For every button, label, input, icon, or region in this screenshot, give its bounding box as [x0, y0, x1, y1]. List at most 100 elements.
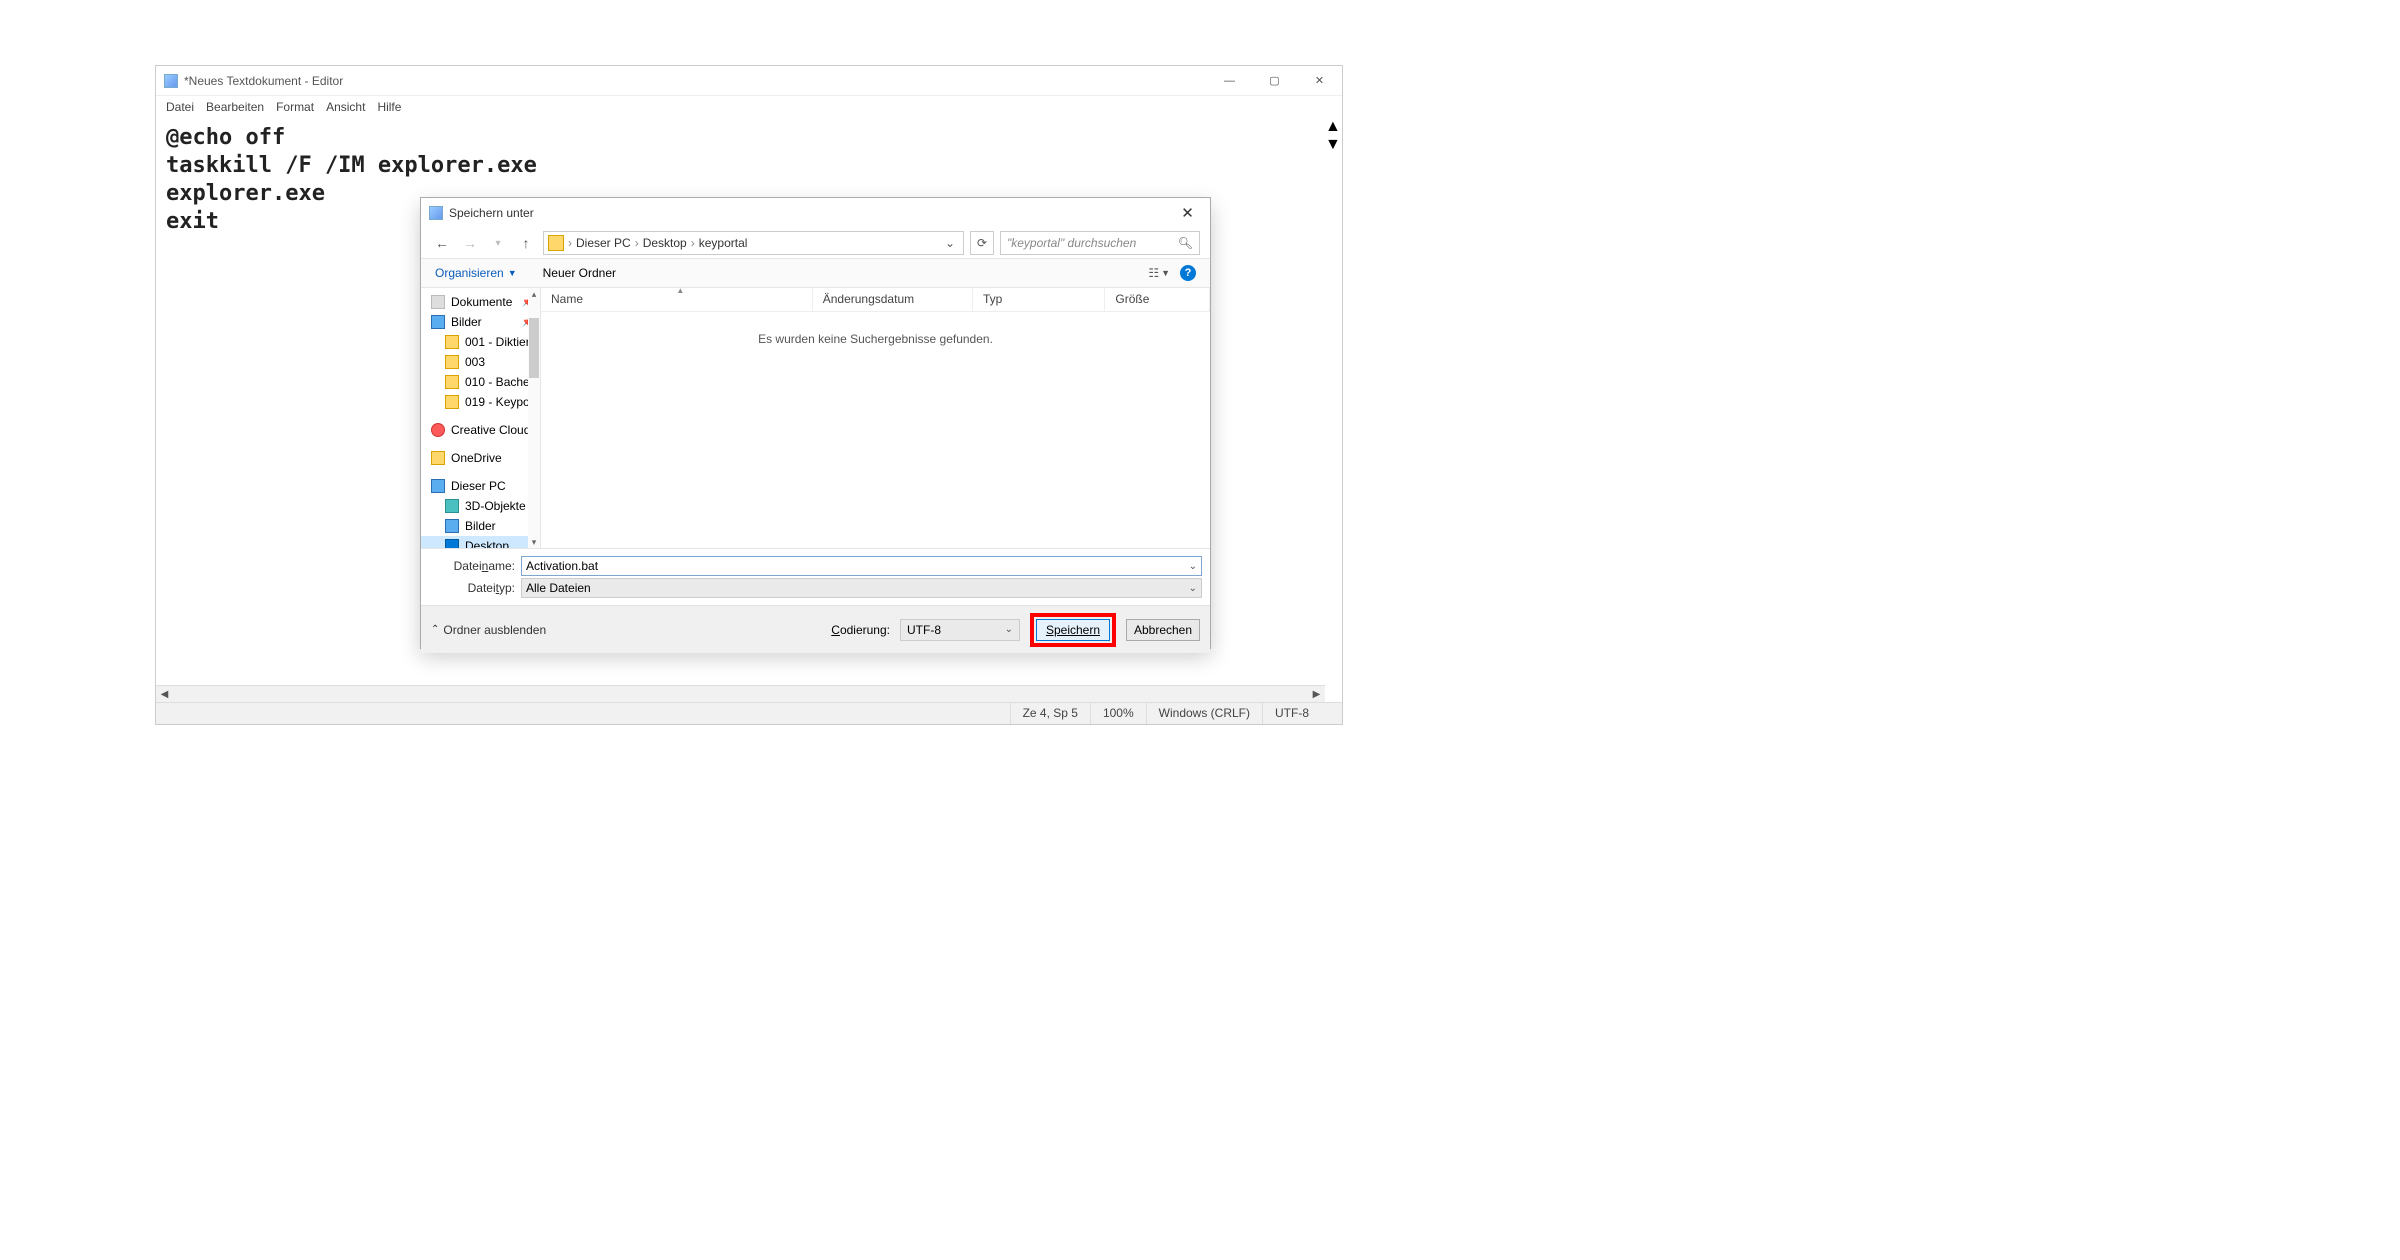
- notepad-title: *Neues Textdokument - Editor: [184, 74, 343, 88]
- vertical-scrollbar[interactable]: ▲ ▼: [1325, 118, 1342, 685]
- minimize-button[interactable]: —: [1207, 66, 1252, 96]
- dialog-fields: Dateiname: Activation.bat ⌄ Dateityp: Al…: [421, 548, 1210, 605]
- sidebar-item-label: Dieser PC: [451, 479, 506, 493]
- status-position: Ze 4, Sp 5: [1010, 703, 1090, 724]
- save-button[interactable]: Speichern: [1036, 619, 1110, 641]
- dialog-app-icon: [429, 206, 443, 220]
- status-encoding: UTF-8: [1262, 703, 1342, 724]
- encoding-select[interactable]: UTF-8 ⌄: [900, 619, 1020, 641]
- breadcrumb-current[interactable]: keyportal: [699, 236, 748, 250]
- horizontal-scrollbar[interactable]: ◀ ▶: [156, 685, 1325, 702]
- scroll-down-icon[interactable]: ▾: [528, 536, 540, 548]
- filename-input[interactable]: Activation.bat ⌄: [521, 556, 1202, 576]
- folder-icon: [445, 355, 459, 369]
- sidebar-item[interactable]: Creative Cloud Fil: [421, 420, 540, 440]
- chevron-down-icon[interactable]: ⌄: [1005, 624, 1013, 635]
- onedrive-icon: [431, 451, 445, 465]
- scroll-up-icon[interactable]: ▴: [528, 288, 540, 300]
- nav-forward-button[interactable]: →: [459, 232, 481, 254]
- dialog-navigation: ← → ▾ ↑ › Dieser PC › Desktop › keyporta…: [421, 228, 1210, 258]
- column-size[interactable]: Größe: [1105, 288, 1210, 311]
- sidebar-item-label: Dokumente: [451, 295, 512, 309]
- search-input[interactable]: "keyportal" durchsuchen 🔍︎: [1000, 231, 1200, 255]
- sort-asc-icon: ▲: [676, 286, 684, 295]
- nav-up-button[interactable]: ↑: [515, 232, 537, 254]
- save-button-highlight: Speichern: [1030, 613, 1116, 647]
- column-date[interactable]: Änderungsdatum: [813, 288, 973, 311]
- search-placeholder: "keyportal" durchsuchen: [1007, 236, 1136, 250]
- help-button[interactable]: ?: [1180, 265, 1196, 281]
- menu-format[interactable]: Format: [276, 100, 314, 114]
- chevron-up-icon: ⌃: [431, 624, 439, 635]
- scroll-left-icon[interactable]: ◀: [156, 686, 173, 703]
- breadcrumb-sep-icon: ›: [635, 236, 639, 250]
- folder-icon: [445, 375, 459, 389]
- save-as-dialog: Speichern unter ✕ ← → ▾ ↑ › Dieser PC › …: [420, 197, 1211, 649]
- notepad-titlebar[interactable]: *Neues Textdokument - Editor — ▢ ✕: [156, 66, 1342, 96]
- desktop-icon: [445, 539, 459, 548]
- sidebar-item[interactable]: 003: [421, 352, 540, 372]
- chevron-down-icon[interactable]: ⌄: [1189, 583, 1197, 594]
- cancel-button[interactable]: Abbrechen: [1126, 619, 1200, 641]
- dialog-toolbar: Organisieren ▼ Neuer Ordner ☷ ▼ ?: [421, 258, 1210, 288]
- sidebar-item[interactable]: Bilder: [421, 516, 540, 536]
- scroll-down-icon[interactable]: ▼: [1325, 136, 1342, 154]
- sidebar-item-label: 3D-Objekte: [465, 499, 526, 513]
- sidebar-item[interactable]: Bilder📌: [421, 312, 540, 332]
- sidebar-item-label: 003: [465, 355, 485, 369]
- sidebar-item[interactable]: 001 - Diktieren in: [421, 332, 540, 352]
- menu-edit[interactable]: Bearbeiten: [206, 100, 264, 114]
- sidebar-item-label: OneDrive: [451, 451, 502, 465]
- sidebar-item[interactable]: 3D-Objekte: [421, 496, 540, 516]
- breadcrumb-pc[interactable]: Dieser PC: [576, 236, 631, 250]
- menu-view[interactable]: Ansicht: [326, 100, 365, 114]
- dialog-action-bar: ⌃ Ordner ausblenden Codierung: UTF-8 ⌄ S…: [421, 605, 1210, 653]
- dialog-title-text: Speichern unter: [449, 206, 534, 220]
- sidebar-item-label: Bilder: [465, 519, 496, 533]
- filename-label: Dateiname:: [429, 559, 521, 573]
- menu-file[interactable]: Datei: [166, 100, 194, 114]
- folder-icon: [548, 235, 564, 251]
- chevron-down-icon: ▼: [508, 268, 517, 278]
- column-type[interactable]: Typ: [973, 288, 1105, 311]
- cloud-icon: [431, 423, 445, 437]
- column-name[interactable]: Name▲: [541, 288, 813, 311]
- nav-back-button[interactable]: ←: [431, 232, 453, 254]
- dialog-close-button[interactable]: ✕: [1165, 198, 1210, 228]
- scroll-right-icon[interactable]: ▶: [1308, 686, 1325, 703]
- notepad-menubar: Datei Bearbeiten Format Ansicht Hilfe: [156, 96, 1342, 118]
- address-bar[interactable]: › Dieser PC › Desktop › keyportal ⌄: [543, 231, 964, 255]
- nav-recent-button[interactable]: ▾: [487, 232, 509, 254]
- navigation-sidebar: Dokumente📌Bilder📌001 - Diktieren in 003 01…: [421, 288, 541, 548]
- sidebar-item[interactable]: 019 - Keyportal -: [421, 392, 540, 412]
- view-button[interactable]: ☷ ▼: [1148, 266, 1170, 280]
- sidebar-item[interactable]: Dieser PC: [421, 476, 540, 496]
- notepad-app-icon: [164, 74, 178, 88]
- pc-icon: [431, 479, 445, 493]
- dialog-titlebar[interactable]: Speichern unter ✕: [421, 198, 1210, 228]
- organize-button[interactable]: Organisieren ▼: [435, 266, 517, 280]
- sidebar-item-label: Bilder: [451, 315, 482, 329]
- hide-folders-button[interactable]: ⌃ Ordner ausblenden: [431, 623, 546, 637]
- scrollbar-thumb[interactable]: [529, 318, 539, 378]
- new-folder-button[interactable]: Neuer Ordner: [543, 266, 616, 280]
- address-dropdown-icon[interactable]: ⌄: [941, 236, 959, 250]
- maximize-button[interactable]: ▢: [1252, 66, 1297, 96]
- refresh-button[interactable]: ⟳: [970, 231, 994, 255]
- chevron-down-icon[interactable]: ⌄: [1189, 561, 1197, 572]
- filetype-select[interactable]: Alle Dateien ⌄: [521, 578, 1202, 598]
- filetype-label: Dateityp:: [429, 581, 521, 595]
- close-button[interactable]: ✕: [1297, 66, 1342, 96]
- breadcrumb-desktop[interactable]: Desktop: [643, 236, 687, 250]
- pic-icon: [445, 519, 459, 533]
- menu-help[interactable]: Hilfe: [377, 100, 401, 114]
- folder-icon: [445, 335, 459, 349]
- sidebar-item[interactable]: OneDrive: [421, 448, 540, 468]
- sidebar-item[interactable]: Dokumente📌: [421, 292, 540, 312]
- sidebar-scrollbar[interactable]: ▴ ▾: [528, 288, 540, 548]
- scroll-up-icon[interactable]: ▲: [1325, 118, 1342, 136]
- sidebar-item[interactable]: 010 - Bachelorar: [421, 372, 540, 392]
- status-eol: Windows (CRLF): [1146, 703, 1262, 724]
- column-headers: Name▲ Änderungsdatum Typ Größe: [541, 288, 1210, 312]
- sidebar-item[interactable]: Desktop: [421, 536, 540, 548]
